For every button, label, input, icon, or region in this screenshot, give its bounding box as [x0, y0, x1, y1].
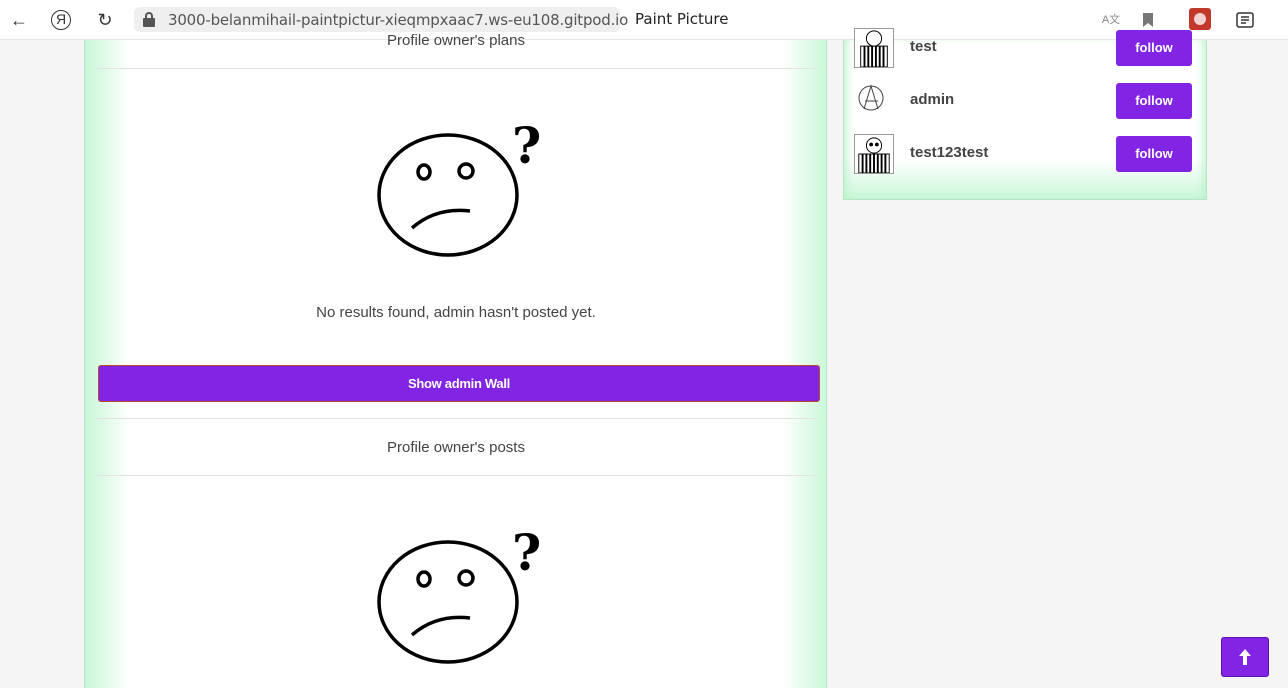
svg-text:?: ? [512, 523, 541, 582]
extension-icon[interactable] [1189, 8, 1211, 30]
username[interactable]: test123test [910, 144, 988, 161]
follow-button[interactable]: follow [1116, 30, 1192, 66]
page-title: Paint Picture [635, 10, 729, 28]
address-bar[interactable]: 3000-belanmihail-paintpictur-xieqmpxaac7… [134, 7, 628, 32]
follow-button[interactable]: follow [1116, 136, 1192, 172]
list-item: admin follow [854, 81, 1194, 121]
arrow-up-icon [1239, 649, 1251, 665]
list-item: test follow [854, 28, 1194, 68]
list-item: test123test follow [854, 134, 1194, 174]
plans-section-title: Profile owner's plans [387, 32, 525, 49]
divider [95, 418, 817, 419]
avatar[interactable] [854, 134, 894, 174]
plans-empty-message: No results found, admin hasn't posted ye… [316, 304, 596, 321]
posts-section-title: Profile owner's posts [387, 439, 525, 456]
username[interactable]: test [910, 38, 937, 55]
url-text: 3000-belanmihail-paintpictur-xieqmpxaac7… [168, 11, 629, 29]
avatar[interactable] [854, 81, 894, 121]
scroll-to-top-button[interactable] [1221, 637, 1269, 677]
lock-icon [143, 12, 155, 27]
show-wall-button[interactable]: Show admin Wall [98, 365, 820, 402]
svg-text:?: ? [512, 116, 541, 175]
sad-face-icon: ? [377, 523, 541, 664]
follow-button[interactable]: follow [1116, 83, 1192, 119]
reader-icon[interactable] [1234, 9, 1256, 31]
divider [95, 68, 817, 69]
users-sidebar: test follow admin follow test123test fol… [843, 28, 1207, 200]
sad-face-icon: ? [377, 116, 541, 257]
avatar[interactable] [854, 28, 894, 68]
username[interactable]: admin [910, 91, 954, 108]
reload-icon[interactable]: ↻ [94, 9, 116, 31]
back-arrow-icon[interactable]: ← [8, 9, 30, 31]
divider [95, 475, 817, 476]
yandex-icon[interactable]: Я [51, 10, 71, 30]
profile-main-panel: Profile owner's plans ? No results found… [84, 32, 827, 688]
